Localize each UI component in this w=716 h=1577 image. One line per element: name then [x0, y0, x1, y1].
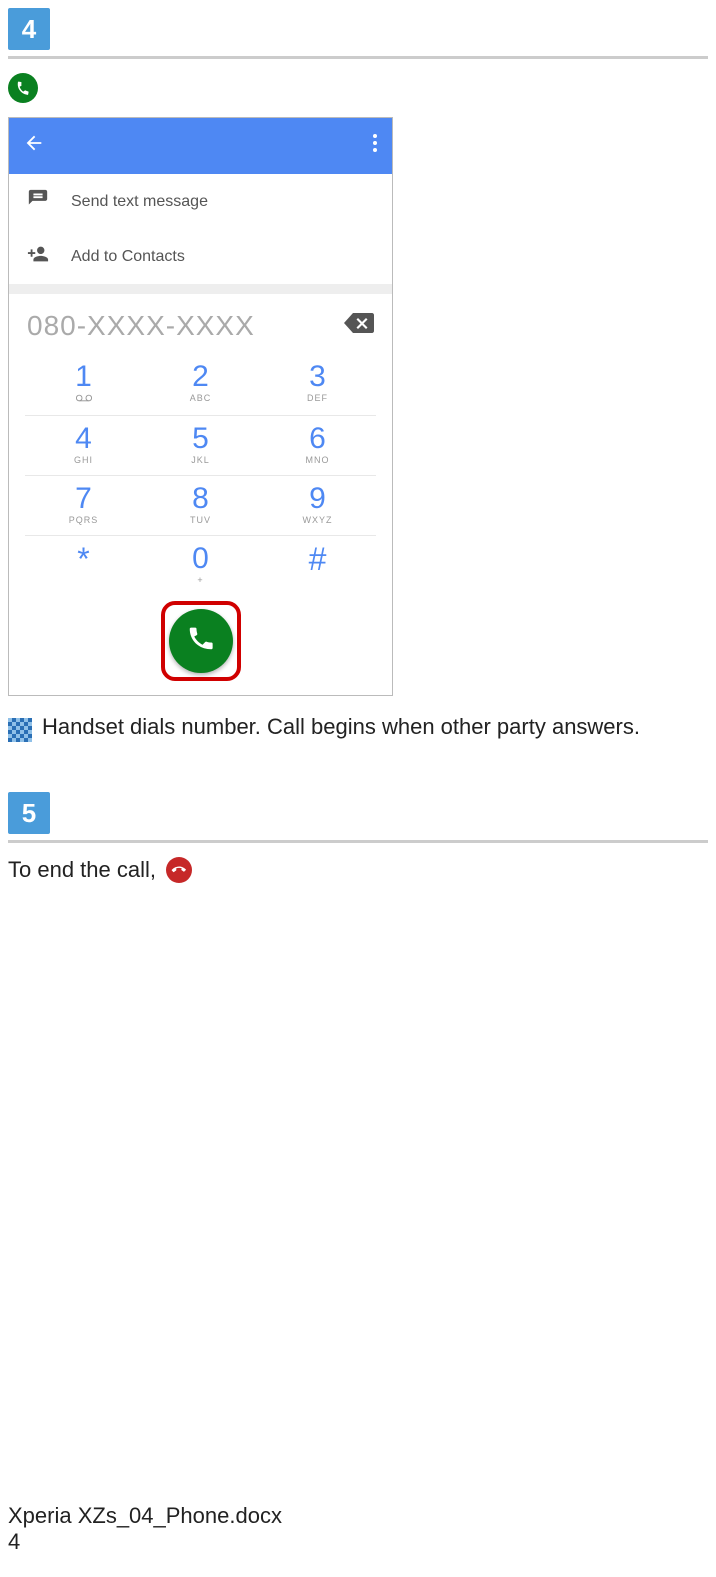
result-text: Handset dials number. Call begins when o… — [42, 714, 640, 740]
end-call-text: To end the call, — [8, 857, 156, 883]
phone-number-display: 080-XXXX-XXXX — [27, 310, 255, 342]
end-call-icon — [166, 857, 192, 883]
keypad-key-7[interactable]: 7PQRS — [25, 475, 142, 535]
add-contact-icon — [27, 243, 49, 270]
add-to-contacts-row[interactable]: Add to Contacts — [9, 229, 392, 284]
footer-filename: Xperia XZs_04_Phone.docx — [8, 1503, 282, 1529]
end-call-line: To end the call, — [8, 857, 708, 883]
backspace-icon[interactable] — [344, 313, 374, 339]
number-display-row: 080-XXXX-XXXX — [9, 294, 392, 350]
keypad: 1 2ABC 3DEF 4GHI 5JKL 6MNO 7PQRS 8TUV 9W… — [9, 350, 392, 595]
dialer-app-bar — [9, 118, 392, 174]
phone-icon — [186, 623, 216, 659]
keypad-key-4[interactable]: 4GHI — [25, 415, 142, 475]
checkered-flag-icon — [8, 718, 32, 742]
keypad-key-5[interactable]: 5JKL — [142, 415, 259, 475]
keypad-key-star[interactable]: * — [25, 535, 142, 595]
keypad-key-0[interactable]: 0+ — [142, 535, 259, 595]
result-line: Handset dials number. Call begins when o… — [8, 714, 708, 742]
page-footer: Xperia XZs_04_Phone.docx 4 — [8, 1503, 282, 1555]
keypad-key-hash[interactable]: # — [259, 535, 376, 595]
back-arrow-icon[interactable] — [23, 132, 45, 160]
step-5-badge: 5 — [8, 792, 50, 834]
keypad-key-1[interactable]: 1 — [25, 354, 142, 415]
add-contacts-label: Add to Contacts — [71, 248, 185, 266]
step-divider — [8, 840, 708, 843]
send-text-label: Send text message — [71, 193, 208, 211]
phone-call-icon — [8, 73, 38, 103]
send-text-message-row[interactable]: Send text message — [9, 174, 392, 229]
keypad-key-9[interactable]: 9WXYZ — [259, 475, 376, 535]
voicemail-icon — [25, 393, 142, 405]
footer-page-number: 4 — [8, 1529, 282, 1555]
phone-screenshot: Send text message Add to Contacts 080-XX… — [8, 117, 393, 696]
step-divider — [8, 56, 708, 59]
overflow-menu-icon[interactable] — [372, 133, 378, 159]
keypad-key-2[interactable]: 2ABC — [142, 354, 259, 415]
keypad-key-3[interactable]: 3DEF — [259, 354, 376, 415]
keypad-key-6[interactable]: 6MNO — [259, 415, 376, 475]
message-icon — [27, 188, 49, 215]
dial-button[interactable] — [169, 609, 233, 673]
keypad-key-8[interactable]: 8TUV — [142, 475, 259, 535]
gray-gap — [9, 284, 392, 294]
step-4-badge: 4 — [8, 8, 50, 50]
dial-button-highlight — [161, 601, 241, 681]
